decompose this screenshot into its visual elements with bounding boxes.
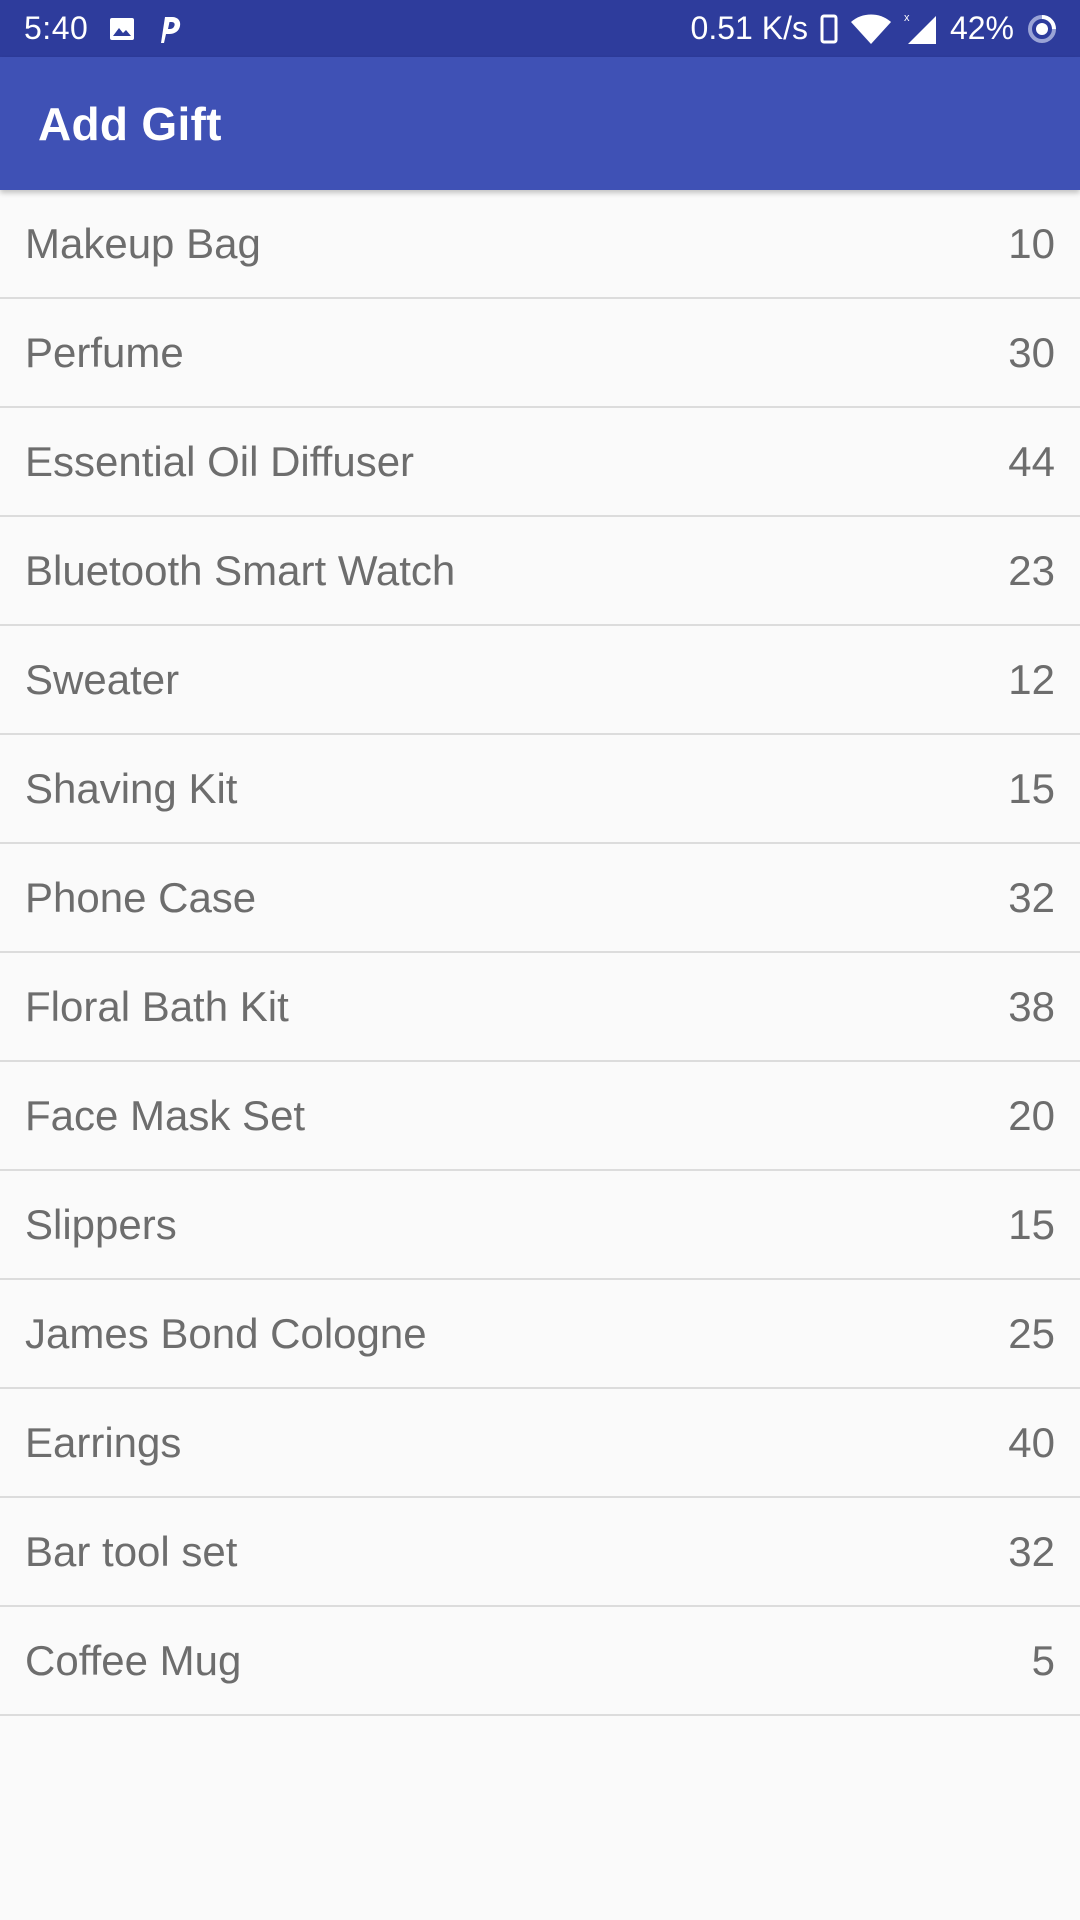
gift-row[interactable]: Perfume 30 [0,299,1080,408]
gift-count: 44 [1008,437,1055,485]
status-bar-left: 5:40 [24,10,182,47]
gift-name: Shaving Kit [25,764,238,812]
gift-name: Floral Bath Kit [25,982,289,1030]
gift-count: 23 [1008,546,1055,594]
gift-list: Makeup Bag 10 Perfume 30 Essential Oil D… [0,190,1080,1716]
gift-name: Perfume [25,328,184,376]
gift-count: 20 [1008,1091,1055,1139]
network-speed: 0.51 K/s [690,10,808,46]
gift-row[interactable]: Makeup Bag 10 [0,190,1080,299]
gift-count: 15 [1008,1200,1055,1248]
p-app-icon [156,14,182,44]
wifi-icon [850,13,892,45]
image-icon [108,15,136,43]
gift-row[interactable]: Floral Bath Kit 38 [0,953,1080,1062]
gift-row[interactable]: Shaving Kit 15 [0,735,1080,844]
gift-name: Makeup Bag [25,219,261,267]
signal-icon: x [904,12,938,46]
status-time: 5:40 [24,10,89,46]
gift-count: 25 [1008,1309,1055,1357]
gift-count: 30 [1008,328,1055,376]
gift-count: 15 [1008,764,1055,812]
gift-row[interactable]: Slippers 15 [0,1171,1080,1280]
svg-text:x: x [904,12,910,24]
gift-count: 10 [1008,219,1055,267]
gift-count: 12 [1008,655,1055,703]
gift-row[interactable]: Sweater 12 [0,626,1080,735]
gift-name: Bar tool set [25,1527,238,1575]
gift-name: Face Mask Set [25,1091,306,1139]
gift-count: 32 [1008,873,1055,921]
gift-name: Slippers [25,1200,177,1248]
status-bar: 5:40 0.51 K/s x 42% [0,0,1080,57]
gift-row[interactable]: Coffee Mug 5 [0,1607,1080,1716]
gift-row[interactable]: Bar tool set 32 [0,1498,1080,1607]
status-bar-right: 0.51 K/s x 42% [691,10,1058,47]
gift-name: Phone Case [25,873,257,921]
gift-name: Earrings [25,1418,182,1466]
gift-name: Coffee Mug [25,1636,242,1684]
gift-name: Essential Oil Diffuser [25,437,415,485]
gift-count: 5 [1031,1636,1055,1684]
gift-row[interactable]: Bluetooth Smart Watch 23 [0,517,1080,626]
vibrate-icon [820,14,838,44]
gift-row[interactable]: Earrings 40 [0,1389,1080,1498]
gift-count: 40 [1008,1418,1055,1466]
gift-row[interactable]: James Bond Cologne 25 [0,1280,1080,1389]
page-title: Add Gift [38,97,222,150]
gift-row[interactable]: Phone Case 32 [0,844,1080,953]
gift-count: 38 [1008,982,1055,1030]
gift-count: 32 [1008,1527,1055,1575]
battery-ring-icon [1026,13,1058,45]
gift-row[interactable]: Face Mask Set 20 [0,1062,1080,1171]
app-bar: Add Gift [0,57,1080,190]
gift-name: Bluetooth Smart Watch [25,546,456,594]
gift-row[interactable]: Essential Oil Diffuser 44 [0,408,1080,517]
gift-name: James Bond Cologne [25,1309,427,1357]
gift-name: Sweater [25,655,180,703]
battery-percentage: 42% [949,10,1014,46]
